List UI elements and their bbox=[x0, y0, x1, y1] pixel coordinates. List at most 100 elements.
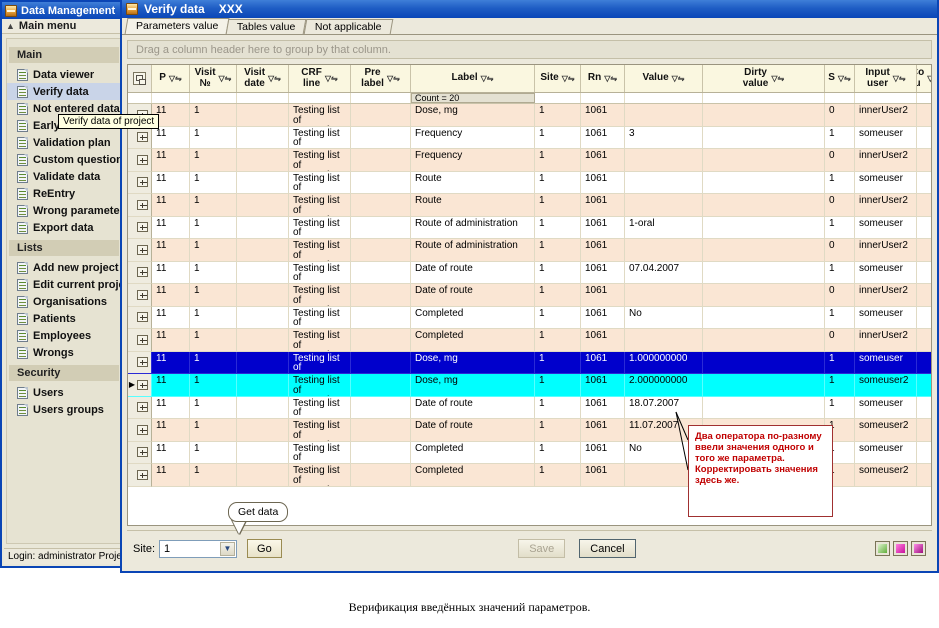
cell-dirty[interactable] bbox=[703, 194, 825, 217]
row-expand-icon[interactable] bbox=[137, 267, 148, 278]
cell-co_u[interactable] bbox=[917, 172, 931, 194]
cell-s[interactable]: 0 bbox=[825, 329, 855, 352]
filter-dropdown-icon[interactable]: ▽⇋ bbox=[604, 74, 617, 83]
cell-crf_line[interactable]: Testing list of parameters 2 bbox=[289, 441, 351, 464]
cell-visit_date[interactable] bbox=[237, 171, 289, 194]
go-button[interactable]: Go bbox=[247, 539, 282, 558]
cell-p[interactable]: 11 bbox=[152, 396, 190, 419]
cell-dirty[interactable] bbox=[703, 329, 825, 352]
cell-s[interactable]: 1 bbox=[825, 396, 855, 419]
cell-visit_date[interactable] bbox=[237, 149, 289, 172]
cell-value[interactable]: 07.04.2007 bbox=[625, 261, 703, 284]
tab-tables-value[interactable]: Tables value bbox=[225, 19, 307, 34]
cell-pre_label[interactable] bbox=[351, 464, 411, 487]
sidebar-item-custom-questions[interactable]: Custom questions bbox=[7, 151, 121, 168]
row-indicator-cell[interactable] bbox=[128, 284, 152, 307]
cell-s[interactable]: 0 bbox=[825, 104, 855, 127]
cell-rn[interactable]: 1061 bbox=[581, 441, 625, 464]
cell-label[interactable]: Date of route bbox=[411, 419, 535, 442]
cell-input_user[interactable]: someuser bbox=[855, 441, 917, 464]
row-expand-icon[interactable] bbox=[137, 177, 148, 188]
cell-site[interactable]: 1 bbox=[535, 261, 581, 284]
cell-visit_no[interactable]: 1 bbox=[190, 149, 237, 172]
cell-crf_line[interactable]: Testing list of parameters 1 bbox=[289, 329, 351, 352]
clear-filter-icon-button[interactable] bbox=[893, 541, 908, 556]
grid-header-rn[interactable]: Rn ▽⇋ bbox=[581, 65, 625, 92]
filter-dropdown-icon[interactable]: ▽⇋ bbox=[672, 74, 685, 83]
cell-input_user[interactable]: someuser2 bbox=[855, 419, 917, 442]
cell-label[interactable]: Dose, mg bbox=[411, 351, 535, 374]
cell-co_u[interactable] bbox=[917, 217, 931, 239]
cell-pre_label[interactable] bbox=[351, 104, 411, 127]
cell-visit_date[interactable] bbox=[237, 284, 289, 307]
cell-crf_line[interactable]: Testing list of parameters 1 bbox=[289, 239, 351, 262]
sidebar-item-users-groups[interactable]: Users groups bbox=[7, 401, 121, 418]
cell-s[interactable]: 1 bbox=[825, 216, 855, 239]
site-select[interactable]: 1 ▼ bbox=[159, 539, 238, 558]
cell-visit_date[interactable] bbox=[237, 239, 289, 262]
cell-label[interactable]: Route of administration bbox=[411, 216, 535, 239]
cell-visit_no[interactable]: 1 bbox=[190, 261, 237, 284]
cell-label[interactable]: Date of route bbox=[411, 261, 535, 284]
cell-p[interactable]: 11 bbox=[152, 329, 190, 352]
cell-p[interactable]: 11 bbox=[152, 419, 190, 442]
cell-s[interactable]: 1 bbox=[825, 374, 855, 397]
cell-pre_label[interactable] bbox=[351, 441, 411, 464]
cell-value[interactable]: 18.07.2007 bbox=[625, 396, 703, 419]
cell-rn[interactable]: 1061 bbox=[581, 126, 625, 149]
cell-input_user[interactable]: someuser2 bbox=[855, 374, 917, 397]
cell-pre_label[interactable] bbox=[351, 351, 411, 374]
cell-site[interactable]: 1 bbox=[535, 351, 581, 374]
cell-crf_line[interactable]: Testing list of parameters 1 bbox=[289, 194, 351, 217]
cell-label[interactable]: Frequency bbox=[411, 126, 535, 149]
cell-rn[interactable]: 1061 bbox=[581, 171, 625, 194]
cell-p[interactable]: 11 bbox=[152, 194, 190, 217]
sidebar-item-verify-data[interactable]: Verify data bbox=[7, 83, 121, 100]
sidebar-item-wrong-parameters[interactable]: Wrong parameters bbox=[7, 202, 121, 219]
cell-visit_no[interactable]: 1 bbox=[190, 464, 237, 487]
row-indicator-cell[interactable] bbox=[128, 216, 152, 239]
row-expand-icon[interactable] bbox=[137, 447, 148, 458]
refresh-icon-button[interactable] bbox=[875, 541, 890, 556]
group-by-panel[interactable]: Drag a column header here to group by th… bbox=[127, 40, 932, 59]
cell-rn[interactable]: 1061 bbox=[581, 329, 625, 352]
table-row[interactable]: 111Testing list of parameters 2Date of r… bbox=[128, 396, 931, 419]
cell-visit_date[interactable] bbox=[237, 104, 289, 127]
cell-pre_label[interactable] bbox=[351, 329, 411, 352]
cell-s[interactable]: 0 bbox=[825, 239, 855, 262]
cell-dirty[interactable] bbox=[703, 216, 825, 239]
cell-visit_date[interactable] bbox=[237, 464, 289, 487]
cell-s[interactable]: 1 bbox=[825, 171, 855, 194]
row-indicator-cell[interactable] bbox=[128, 464, 152, 487]
cell-site[interactable]: 1 bbox=[535, 329, 581, 352]
cell-rn[interactable]: 1061 bbox=[581, 284, 625, 307]
cell-co_u[interactable] bbox=[917, 329, 931, 352]
row-indicator-cell[interactable] bbox=[128, 419, 152, 442]
grid-header-crf_line[interactable]: CRF line ▽⇋ bbox=[289, 65, 351, 92]
cell-visit_no[interactable]: 1 bbox=[190, 441, 237, 464]
cell-pre_label[interactable] bbox=[351, 126, 411, 149]
tab-not-applicable[interactable]: Not applicable bbox=[303, 19, 393, 34]
sidebar-item-reentry[interactable]: ReEntry bbox=[7, 185, 121, 202]
cell-value[interactable] bbox=[625, 284, 703, 307]
cell-rn[interactable]: 1061 bbox=[581, 351, 625, 374]
cell-co_u[interactable] bbox=[917, 104, 931, 127]
cell-input_user[interactable]: innerUser2 bbox=[855, 149, 917, 172]
row-expand-icon[interactable] bbox=[137, 199, 148, 210]
table-row[interactable]: 111Testing list of parameters 1Dose, mg1… bbox=[128, 104, 931, 127]
row-indicator-cell[interactable] bbox=[128, 306, 152, 329]
cell-visit_no[interactable]: 1 bbox=[190, 306, 237, 329]
cell-pre_label[interactable] bbox=[351, 306, 411, 329]
cell-rn[interactable]: 1061 bbox=[581, 306, 625, 329]
column-chooser-icon[interactable] bbox=[133, 72, 146, 85]
row-indicator-cell[interactable] bbox=[128, 351, 152, 374]
sidebar-item-employees[interactable]: Employees bbox=[7, 327, 121, 344]
cell-value[interactable] bbox=[625, 104, 703, 127]
cell-input_user[interactable]: someuser bbox=[855, 126, 917, 149]
row-indicator-cell[interactable] bbox=[128, 171, 152, 194]
cell-input_user[interactable]: someuser bbox=[855, 396, 917, 419]
cell-dirty[interactable] bbox=[703, 306, 825, 329]
cell-dirty[interactable] bbox=[703, 126, 825, 149]
cell-site[interactable]: 1 bbox=[535, 441, 581, 464]
cell-label[interactable]: Completed bbox=[411, 441, 535, 464]
